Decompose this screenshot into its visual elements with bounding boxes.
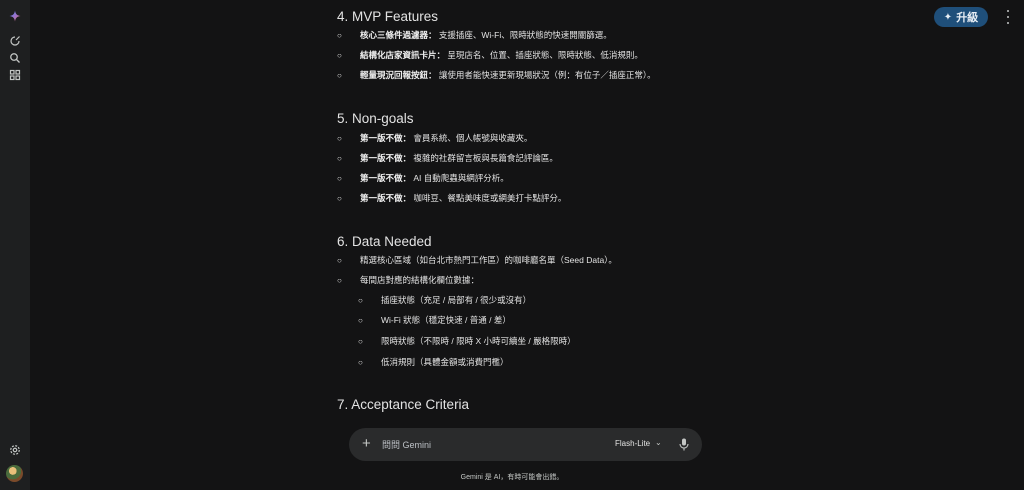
list-bullet: ○: [337, 30, 342, 40]
gemini-logo-icon[interactable]: [8, 9, 22, 23]
list-bullet: ○: [358, 336, 363, 346]
item-label: 輕量現況回報按鈕：: [360, 70, 437, 80]
model-selector[interactable]: Flash-Lite: [615, 439, 650, 448]
more-options-icon[interactable]: [1002, 10, 1014, 24]
prompt-composer[interactable]: + 問問 Gemini Flash-Lite ⌄: [349, 428, 702, 461]
side-rail: [0, 0, 30, 490]
chevron-down-icon[interactable]: ⌄: [655, 438, 662, 447]
item-label: 第一版不做：: [360, 153, 412, 163]
sparkle-icon: ✦: [943, 11, 953, 23]
item-label: 核心三條件過濾器：: [360, 30, 437, 40]
item-text: 複雜的社群留言板與長篇食記評論區。: [413, 153, 558, 163]
apps-grid-icon[interactable]: [8, 68, 22, 82]
list-bullet: ○: [358, 357, 363, 367]
list-bullet: ○: [337, 173, 342, 183]
list-bullet: ○: [358, 315, 363, 325]
disclaimer-text: Gemini 是 AI，有時可能會出錯。: [460, 474, 564, 481]
item-text: 支援插座、Wi-Fi、限時狀態的快速開關篩選。: [438, 30, 612, 40]
section-heading-data: 6. Data Needed: [337, 234, 432, 249]
item-text: 每間店對應的結構化欄位數據：: [360, 275, 480, 285]
list-bullet: ○: [337, 50, 342, 60]
item-label: 第一版不做：: [360, 133, 412, 143]
item-label: 第一版不做：: [360, 193, 412, 203]
section-heading-nongoals: 5. Non-goals: [337, 111, 414, 126]
microphone-icon[interactable]: [679, 438, 689, 451]
item-text: 限時狀態（不限時 / 限時 X 小時可續坐 / 嚴格限時）: [381, 336, 576, 346]
list-bullet: ○: [358, 295, 363, 305]
item-label: 第一版不做：: [360, 173, 412, 183]
section-heading-acceptance: 7. Acceptance Criteria: [337, 397, 470, 412]
item-text: Wi-Fi 狀態（穩定快速 / 普通 / 差）: [381, 315, 511, 325]
item-text: 呈現店名、位置、插座狀態、限時狀態、低消規則。: [447, 50, 643, 60]
upgrade-button[interactable]: ✦ 升級: [934, 7, 988, 27]
list-bullet: ○: [337, 193, 342, 203]
new-chat-icon[interactable]: [8, 34, 22, 48]
list-bullet: ○: [337, 70, 342, 80]
upgrade-label: 升級: [956, 12, 979, 24]
section-heading-mvp: 4. MVP Features: [337, 9, 439, 24]
add-attachment-icon[interactable]: +: [362, 436, 371, 451]
item-text: 咖啡豆、餐點美味度或網美打卡點評分。: [413, 193, 567, 203]
search-icon[interactable]: [8, 51, 22, 65]
item-text: 讓使用者能快速更新現場狀況（例：有位子／插座正常）。: [438, 70, 656, 80]
prompt-input[interactable]: 問問 Gemini: [382, 438, 431, 451]
list-bullet: ○: [337, 255, 342, 265]
list-bullet: ○: [337, 275, 342, 285]
item-text: 低消規則（具體金額或消費門檻）: [381, 357, 509, 367]
list-bullet: ○: [337, 153, 342, 163]
item-text: 精選核心區域（如台北市熱門工作區）的咖啡廳名單（Seed Data）。: [360, 255, 617, 265]
settings-gear-icon[interactable]: [8, 443, 22, 457]
list-bullet: ○: [337, 133, 342, 143]
item-label: 結構化店家資訊卡片：: [360, 50, 446, 60]
item-text: AI 自動爬蟲與網評分析。: [413, 173, 509, 183]
item-text: 插座狀態（充足 / 局部有 / 很少或沒有）: [381, 295, 532, 305]
item-text: 會員系統、個人帳號與收藏夾。: [413, 133, 533, 143]
